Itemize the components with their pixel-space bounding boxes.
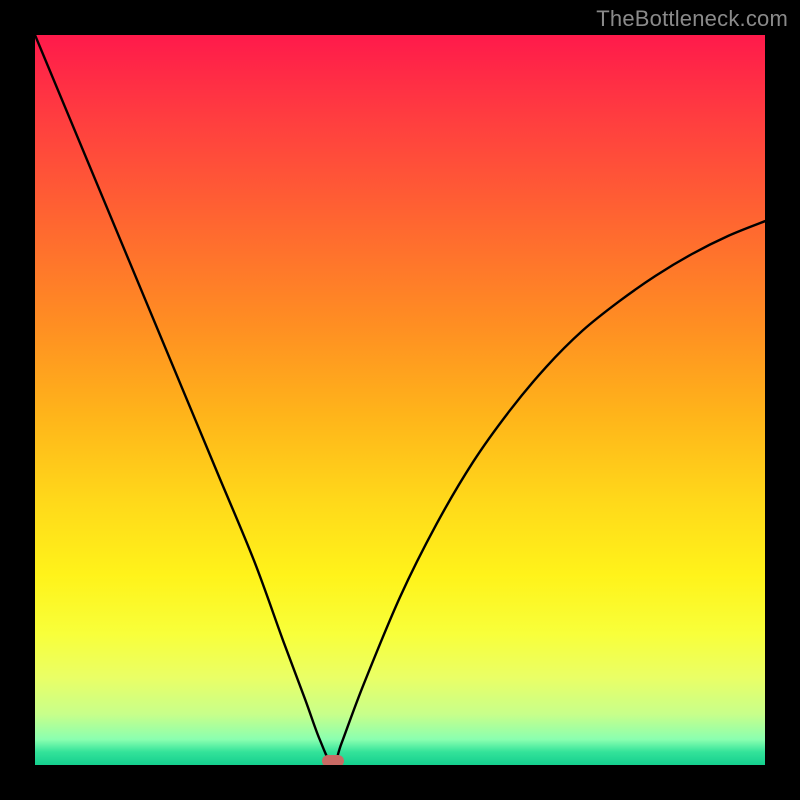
bottleneck-curve [35,35,765,765]
chart-frame: TheBottleneck.com [0,0,800,800]
watermark-text: TheBottleneck.com [596,6,788,32]
min-point-marker [322,755,344,765]
plot-area [35,35,765,765]
